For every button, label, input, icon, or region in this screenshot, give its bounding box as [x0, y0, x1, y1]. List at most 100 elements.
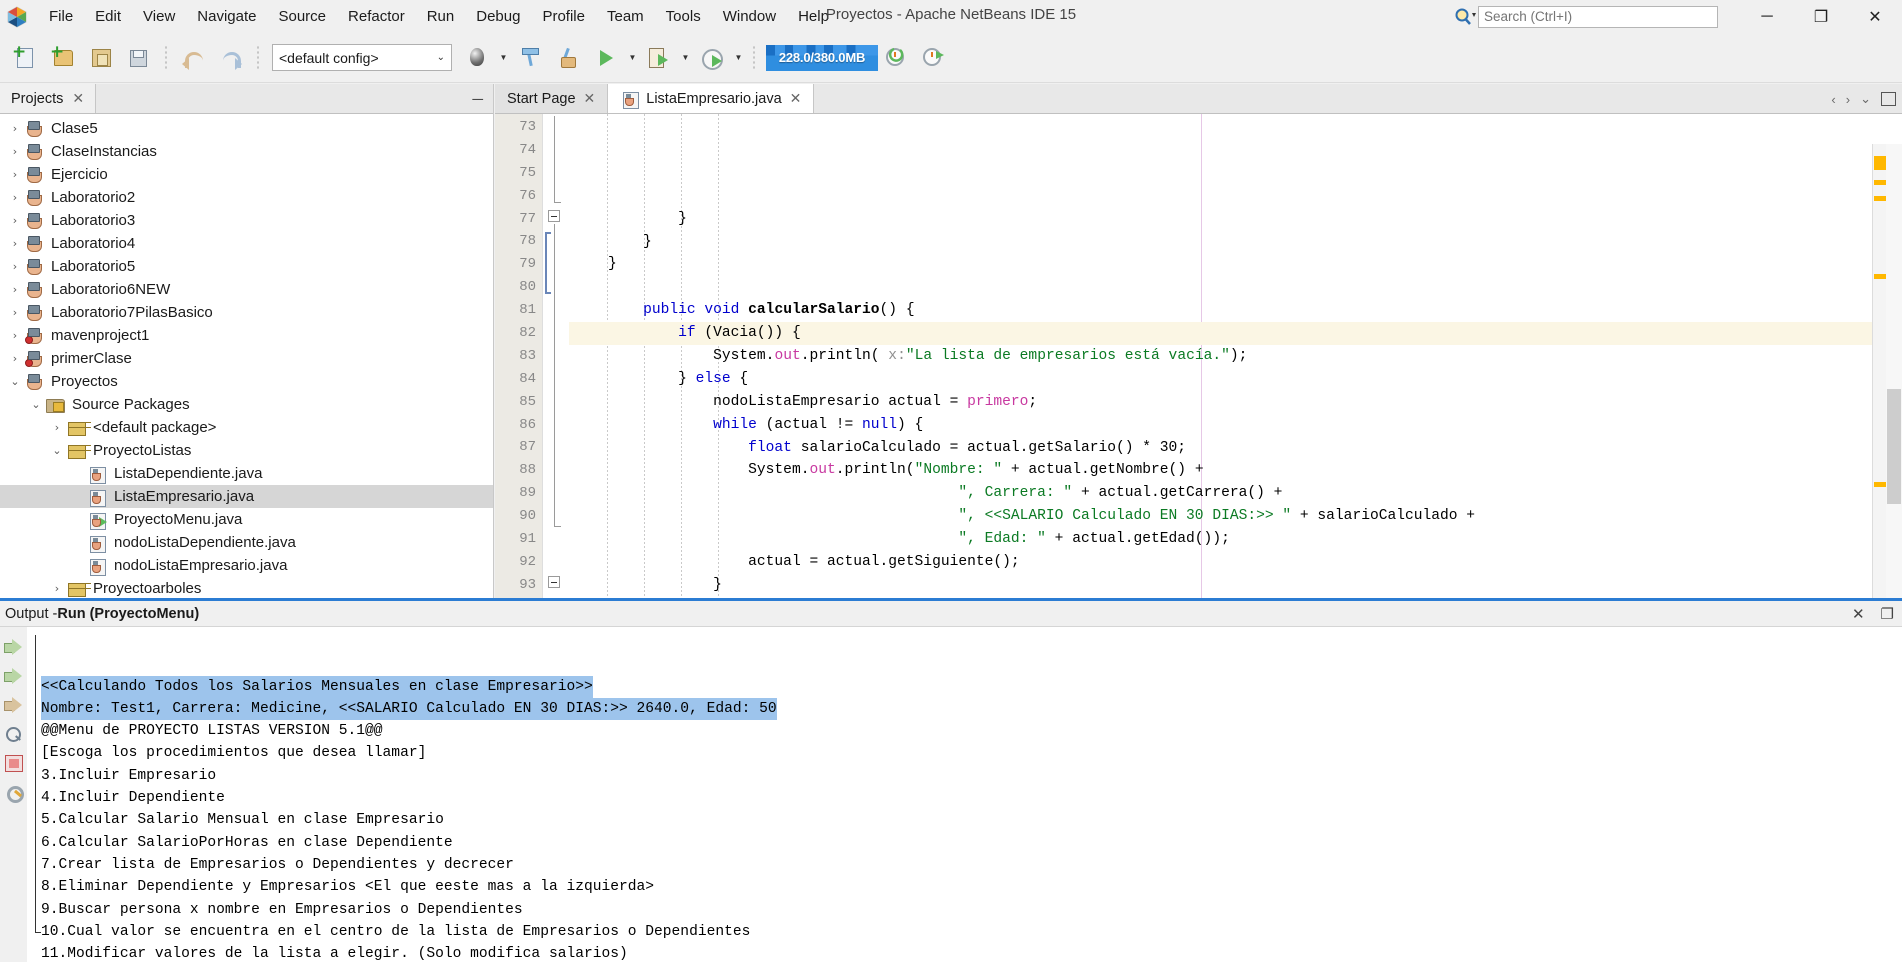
tree-item-laboratorio6new[interactable]: › Laboratorio6NEW — [0, 278, 493, 301]
search-input[interactable] — [1478, 5, 1718, 28]
window-maximize-button[interactable]: ❐ — [1794, 0, 1848, 33]
output-line[interactable]: <<Calculando Todos los Salarios Mensuale… — [41, 675, 1902, 698]
output-line[interactable]: 11.Modificar valores de la lista a elegi… — [41, 943, 1902, 962]
error-annotation-strip[interactable] — [1872, 144, 1886, 598]
chevron-right-icon[interactable]: › — [6, 191, 24, 204]
rerun-arrow-icon[interactable] — [3, 639, 24, 656]
code-line[interactable]: nodoListaEmpresario actual = primero; — [569, 391, 1902, 414]
tree-item-source-packages[interactable]: ⌄ Source Packages — [0, 393, 493, 416]
menu-edit[interactable]: Edit — [84, 4, 132, 30]
float-window-icon[interactable]: ❐ — [1881, 605, 1894, 623]
chevron-right-icon[interactable]: › — [6, 329, 24, 342]
minimize-panel-button[interactable]: ─ — [472, 84, 483, 114]
chevron-right-icon[interactable]: › — [48, 582, 66, 595]
tree-item-nodolistadependiente-java[interactable]: nodoListaDependiente.java — [0, 531, 493, 554]
chevron-right-icon[interactable]: › — [48, 421, 66, 434]
window-close-button[interactable]: ✕ — [1848, 0, 1902, 33]
output-line[interactable]: 7.Crear lista de Empresarios o Dependien… — [41, 854, 1902, 876]
chevron-right-icon[interactable]: › — [6, 352, 24, 365]
close-icon[interactable]: ✕ — [72, 90, 84, 107]
menu-window[interactable]: Window — [712, 4, 787, 30]
build-project-button[interactable] — [458, 39, 496, 77]
menu-file[interactable]: File — [38, 4, 84, 30]
new-file-button[interactable] — [6, 39, 44, 77]
menu-run[interactable]: Run — [416, 4, 466, 30]
menu-help[interactable]: Help — [787, 4, 840, 30]
chevron-right-icon[interactable]: › — [6, 145, 24, 158]
tree-item-listaempresario-java[interactable]: ListaEmpresario.java — [0, 485, 493, 508]
chevron-right-icon[interactable]: › — [6, 237, 24, 250]
code-line[interactable]: ", Carrera: " + actual.getCarrera() + — [569, 482, 1902, 505]
chevron-right-icon[interactable]: › — [6, 168, 24, 181]
code-line[interactable]: ", Edad: " + actual.getEdad()); — [569, 528, 1902, 551]
output-line[interactable]: Nombre: Test1, Carrera: Medicine, <<SALA… — [41, 697, 1902, 721]
menu-refactor[interactable]: Refactor — [337, 4, 416, 30]
chevron-right-icon[interactable]: › — [6, 214, 24, 227]
menu-tools[interactable]: Tools — [655, 4, 712, 30]
window-minimize-button[interactable]: ─ — [1740, 0, 1794, 33]
code-line[interactable]: ", <<SALARIO Calculado EN 30 DIAS:>> " +… — [569, 505, 1902, 528]
save-all-button[interactable] — [120, 39, 158, 77]
close-icon[interactable]: ✕ — [1852, 605, 1865, 623]
menu-profile[interactable]: Profile — [531, 4, 596, 30]
editor-vertical-scrollbar[interactable] — [1886, 144, 1902, 598]
tree-item-nodolistaempresario-java[interactable]: nodoListaEmpresario.java — [0, 554, 493, 577]
debug-project-button[interactable] — [640, 39, 678, 77]
maximize-editor-icon[interactable] — [1881, 92, 1896, 106]
tab-scroll-right-button[interactable]: › — [1846, 92, 1850, 107]
stop-icon[interactable] — [4, 755, 23, 772]
output-line[interactable]: 6.Calcular SalarioPorHoras en clase Depe… — [41, 832, 1902, 854]
quick-search[interactable] — [1454, 5, 1718, 28]
run-project-button[interactable] — [587, 39, 625, 77]
output-line[interactable]: 10.Cual valor se encuentra en el centro … — [41, 921, 1902, 943]
tree-item-default-package[interactable]: › <default package> — [0, 416, 493, 439]
code-line[interactable] — [569, 276, 1902, 299]
debug-dropdown-arrow[interactable]: ▼ — [678, 39, 693, 77]
chevron-down-icon[interactable]: ⌄ — [27, 398, 45, 411]
clean-project-button[interactable] — [549, 39, 587, 77]
output-line[interactable]: 3.Incluir Empresario — [41, 765, 1902, 787]
chevron-down-icon[interactable]: ⌄ — [6, 375, 24, 388]
menu-team[interactable]: Team — [596, 4, 655, 30]
code-line[interactable]: if (Vacia()) { — [569, 322, 1902, 345]
tree-item-laboratorio3[interactable]: › Laboratorio3 — [0, 209, 493, 232]
output-line[interactable]: 5.Calcular Salario Mensual en clase Empr… — [41, 809, 1902, 831]
menu-source[interactable]: Source — [267, 4, 337, 30]
profile-dropdown-arrow[interactable]: ▼ — [731, 39, 746, 77]
output-text[interactable]: <<Calculando Todos los Salarios Mensuale… — [41, 627, 1902, 962]
tab-lista-empresario-java[interactable]: ListaEmpresario.java ✕ — [608, 84, 815, 113]
tree-item-claseinstancias[interactable]: › ClaseInstancias — [0, 140, 493, 163]
output-line[interactable]: 8.Eliminar Dependiente y Empresarios <El… — [41, 876, 1902, 898]
code-line[interactable]: } — [569, 231, 1902, 254]
output-line[interactable]: 4.Incluir Dependiente — [41, 787, 1902, 809]
tree-item-proyectolistas[interactable]: ⌄ ProyectoListas — [0, 439, 493, 462]
tree-item-proyectos[interactable]: ⌄ Proyectos — [0, 370, 493, 393]
chevron-down-icon[interactable]: ⌄ — [48, 444, 66, 457]
profile-project-button[interactable] — [693, 39, 731, 77]
code-line[interactable]: public void calcularSalario() { — [569, 299, 1902, 322]
code-line[interactable]: } else { — [569, 368, 1902, 391]
tree-item-laboratorio2[interactable]: › Laboratorio2 — [0, 186, 493, 209]
scrollbar-thumb[interactable] — [1887, 389, 1901, 504]
rerun-arrow-icon[interactable] — [3, 668, 24, 685]
find-icon[interactable] — [5, 726, 23, 743]
chevron-down-icon[interactable]: ⌄ — [1860, 91, 1871, 107]
open-project-button[interactable] — [82, 39, 120, 77]
fold-toggle-line-77[interactable] — [548, 210, 560, 222]
undo-button[interactable] — [174, 39, 212, 77]
chevron-right-icon[interactable]: › — [6, 283, 24, 296]
tab-projects[interactable]: Projects ✕ — [0, 84, 97, 113]
code-line[interactable]: } — [569, 253, 1902, 276]
tree-item-proyectomenu-java[interactable]: ProyectoMenu.java — [0, 508, 493, 531]
tree-item-laboratorio4[interactable]: › Laboratorio4 — [0, 232, 493, 255]
code-line[interactable]: float salarioCalculado = actual.getSalar… — [569, 437, 1902, 460]
memory-usage-indicator[interactable]: 228.0/380.0MB — [766, 44, 878, 71]
menu-navigate[interactable]: Navigate — [186, 4, 267, 30]
code-fold-bar[interactable] — [543, 114, 569, 598]
next-arrow-icon[interactable] — [3, 697, 24, 714]
code-line[interactable]: } — [569, 574, 1902, 597]
close-icon[interactable]: ✕ — [584, 90, 596, 107]
close-icon[interactable]: ✕ — [790, 90, 802, 107]
menu-debug[interactable]: Debug — [465, 4, 531, 30]
settings-gear-icon[interactable] — [5, 784, 24, 803]
